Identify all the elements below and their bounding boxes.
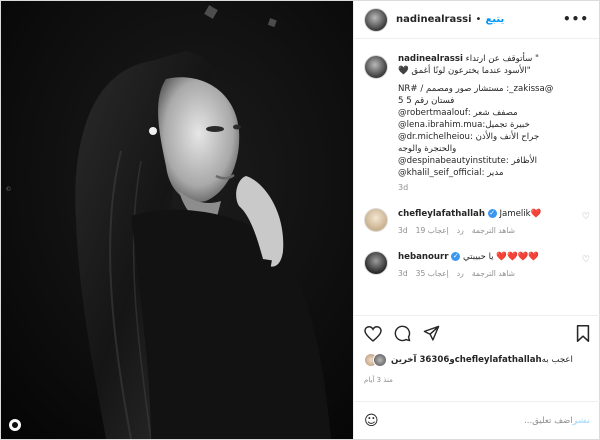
commenter-avatar[interactable] xyxy=(364,251,388,275)
comments-list[interactable]: nadinealrassi سأتوقف عن ارتداء " "الأسود… xyxy=(354,41,600,311)
post-header: nadinealrassi • يتبع ••• xyxy=(354,1,599,39)
commenter-username[interactable]: hebanourr xyxy=(398,252,449,262)
comment-text: Jamelik❤️ xyxy=(499,209,542,219)
caption-line-2: "الأسود عندما يخترعون لونًا أغمق 🖤 xyxy=(398,66,531,76)
add-comment-bar: ☺ نشر xyxy=(354,401,600,439)
caption-avatar[interactable] xyxy=(364,55,388,79)
comment-likes[interactable]: 35 إعجاب xyxy=(416,268,449,280)
more-options-icon[interactable]: ••• xyxy=(563,12,589,26)
comment-likes[interactable]: 19 إعجاب xyxy=(416,225,449,237)
caption-line-8: والحنجرة والوجه xyxy=(398,144,457,154)
save-bookmark-icon[interactable] xyxy=(576,325,590,342)
comment-time: 3d xyxy=(398,226,408,235)
comment-reply-button[interactable]: رد xyxy=(457,225,464,237)
like-comment-heart-icon[interactable]: ♡ xyxy=(582,212,590,222)
post-timestamp: منذ 3 أيام xyxy=(364,376,393,384)
add-comment-input[interactable] xyxy=(386,415,573,426)
caption-line-10: مدير :khalil_seif_official@ xyxy=(398,168,504,178)
comment-bubble-icon[interactable] xyxy=(394,325,411,342)
comment-reply-button[interactable]: رد xyxy=(457,268,464,280)
user-tag-icon[interactable] xyxy=(9,419,21,431)
comment-item: hebanourr ✓ يا حبيبتي ❤️❤️❤️❤️ 3d 35 إعج… xyxy=(364,251,590,280)
caption-line-6: خبيرة تجميل:lena.ibrahim.mua@ xyxy=(398,120,530,130)
caption-timestamp: 3d xyxy=(398,183,409,192)
verified-badge-icon: ✓ xyxy=(451,252,461,261)
follow-button[interactable]: يتبع xyxy=(485,14,504,25)
caption-line-4: فستان رقم 5 5 xyxy=(398,96,455,106)
likes-user[interactable]: chefleylafathallah xyxy=(455,355,542,365)
comment-time: 3d xyxy=(398,269,408,278)
author-username[interactable]: nadinealrassi xyxy=(396,14,472,25)
post-photo[interactable]: © xyxy=(1,1,353,439)
caption-line-9: الأظافر :despinabeautyinstitute@ xyxy=(398,156,538,166)
portrait-image xyxy=(1,1,353,439)
post-comment-button[interactable]: نشر xyxy=(573,416,590,426)
commenter-avatar[interactable] xyxy=(364,208,388,232)
like-heart-icon[interactable] xyxy=(364,325,382,342)
comment-item: chefleylafathallah ✓ Jamelik❤️ 3d 19 إعج… xyxy=(364,208,590,237)
post-side-panel: nadinealrassi • يتبع ••• nadinealrassi س… xyxy=(353,1,600,439)
see-translation-link[interactable]: شاهد الترجمة xyxy=(472,225,515,237)
share-plane-icon[interactable] xyxy=(423,325,440,342)
post-modal: © nadinealrassi • يتبع ••• nadinealrassi… xyxy=(0,0,600,440)
likes-prefix: اعجب به xyxy=(541,355,573,365)
caption-line-7: جراح الأنف والأذن :dr.michelheiou@ xyxy=(398,132,540,142)
verified-badge-icon: ✓ xyxy=(487,209,497,218)
comment-text: يا حبيبتي ❤️❤️❤️❤️ xyxy=(462,252,540,262)
header-separator: • xyxy=(475,14,482,25)
caption-line-1: سأتوقف عن ارتداء " xyxy=(465,54,539,64)
liker-avatar xyxy=(373,353,387,367)
author-avatar[interactable] xyxy=(364,7,388,32)
see-translation-link[interactable]: شاهد الترجمة xyxy=(472,268,515,280)
emoji-icon[interactable]: ☺ xyxy=(364,413,379,429)
photo-watermark-text: © xyxy=(5,186,12,193)
caption-line-5: مصفف شعر :robertmaalouf@ xyxy=(398,108,518,118)
caption-username[interactable]: nadinealrassi xyxy=(398,54,463,64)
commenter-username[interactable]: chefleylafathallah xyxy=(398,209,485,219)
likes-others[interactable]: و36306 آخرين xyxy=(391,355,455,365)
caption-line-3: NR# / مستشار صور ومصمم :_zakissa@ xyxy=(398,84,554,94)
post-actions-bar xyxy=(354,315,600,351)
post-caption: nadinealrassi سأتوقف عن ارتداء " "الأسود… xyxy=(364,53,590,194)
like-comment-heart-icon[interactable]: ♡ xyxy=(582,255,590,265)
likes-summary[interactable]: اعجب بهchefleylafathallahو36306 آخرين xyxy=(364,353,590,367)
